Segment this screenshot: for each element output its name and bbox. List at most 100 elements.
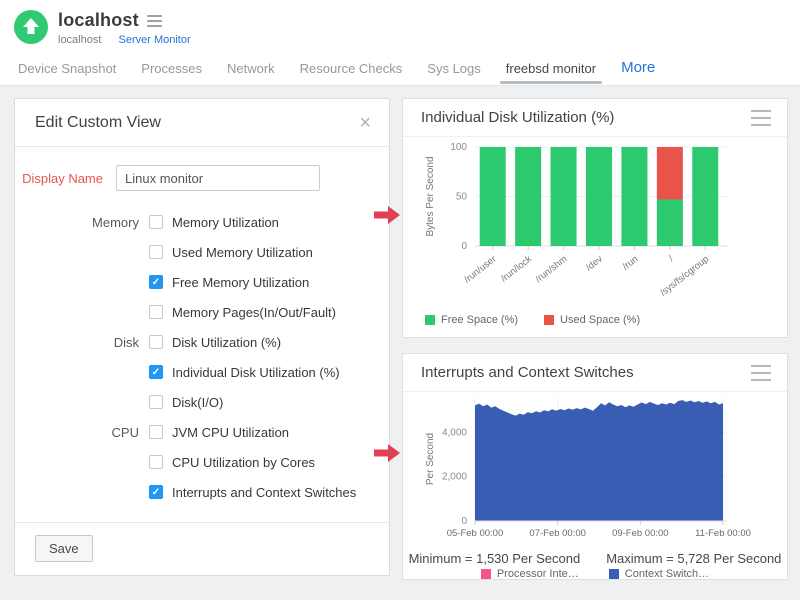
maximum-value: Maximum = 5,728 Per Second: [606, 551, 781, 566]
svg-text:0: 0: [461, 516, 467, 527]
legend-swatch: [425, 315, 435, 325]
checkbox-label: Interrupts and Context Switches: [172, 485, 356, 500]
form-row: ✓ Interrupts and Context Switches: [15, 477, 389, 507]
tab-network[interactable]: Network: [225, 59, 277, 86]
svg-text:05-Feb 00:00: 05-Feb 00:00: [447, 528, 504, 539]
interrupts-area-chart: 4,000 2,000 0 Per Second 05-Feb 00:00 07-Feb …: [403, 392, 787, 542]
svg-text:/run/lock: /run/lock: [499, 254, 534, 285]
disk-utilization-card: Individual Disk Utilization (%) 100500By…: [402, 98, 788, 338]
checkbox-label: Disk Utilization (%): [172, 335, 281, 350]
checkbox-interrupts-and-context-switches[interactable]: ✓: [149, 485, 163, 499]
up-arrow-icon: [14, 10, 48, 44]
form-row: ✓ Free Memory Utilization: [15, 267, 389, 297]
svg-text:/run/user: /run/user: [462, 254, 498, 286]
page-title: localhost: [58, 10, 139, 31]
server-monitor-page: localhost localhost Server Monitor Devic…: [0, 0, 800, 600]
checkbox-cpu-utilization-by-cores[interactable]: [149, 455, 163, 469]
breadcrumb: localhost Server Monitor: [58, 34, 191, 46]
tab-more[interactable]: More: [619, 59, 657, 86]
checkbox-memory-utilization[interactable]: [149, 215, 163, 229]
form-row: Memory Memory Utilization: [15, 207, 389, 237]
tab-bar: Device Snapshot Processes Network Resource …: [0, 55, 800, 86]
tab-device-snapshot[interactable]: Device Snapshot: [16, 59, 118, 86]
checkbox-label: Individual Disk Utilization (%): [172, 365, 340, 380]
breadcrumb-monitor-link[interactable]: Server Monitor: [118, 34, 190, 46]
checkbox-memory-pages-in-out-fault[interactable]: [149, 305, 163, 319]
svg-text:4,000: 4,000: [442, 427, 467, 438]
legend-label: Context Switch…: [625, 568, 709, 580]
checkbox-label: Memory Pages(In/Out/Fault): [172, 305, 336, 320]
legend-swatch: [544, 315, 554, 325]
checkbox-label: Memory Utilization: [172, 215, 279, 230]
tab-resource-checks[interactable]: Resource Checks: [298, 59, 405, 86]
checkbox-jvm-cpu-utilization[interactable]: [149, 425, 163, 439]
svg-text:2,000: 2,000: [442, 472, 467, 483]
display-name-input[interactable]: [116, 165, 320, 191]
form-row: ✓ Individual Disk Utilization (%): [15, 357, 389, 387]
checkbox-label: JVM CPU Utilization: [172, 425, 289, 440]
legend-swatch: [609, 569, 619, 579]
interrupts-chart-menu-icon[interactable]: [751, 362, 771, 383]
interrupts-chart-title: Interrupts and Context Switches: [421, 364, 634, 381]
checkbox-label: CPU Utilization by Cores: [172, 455, 315, 470]
form-row: Disk(I/O): [15, 387, 389, 417]
form-row: Memory Pages(In/Out/Fault): [15, 297, 389, 327]
svg-text:/run/shm: /run/shm: [534, 254, 570, 285]
svg-text:/dev: /dev: [584, 254, 605, 274]
chart-min-max: Minimum = 1,530 Per Second Maximum = 5,7…: [403, 551, 787, 566]
panel-title: Edit Custom View: [35, 114, 161, 132]
disk-utilization-bar-chart: 100 50 0 Bytes Per Second/run/user/run/lock…: [403, 137, 787, 305]
monitor-status-avatar: [14, 10, 48, 44]
interrupts-chart-legend: Processor Inte… Context Switch…: [403, 568, 787, 580]
close-icon[interactable]: ×: [359, 113, 371, 133]
edit-custom-view-panel: Edit Custom View × Display Name MemoryMe…: [14, 98, 390, 576]
checkbox-disk-utilization[interactable]: [149, 335, 163, 349]
svg-text:0: 0: [461, 241, 467, 252]
group-label-memory: Memory: [69, 215, 139, 230]
svg-text:/run: /run: [621, 254, 641, 273]
legend-label: Free Space (%): [441, 314, 518, 326]
checkbox-label: Disk(I/O): [172, 395, 223, 410]
legend-label: Processor Inte…: [497, 568, 579, 580]
svg-text:/: /: [667, 253, 676, 264]
disk-chart-legend: Free Space (%) Used Space (%): [403, 314, 787, 326]
save-button[interactable]: Save: [35, 535, 93, 562]
svg-text:100: 100: [450, 142, 467, 153]
checkbox-label: Free Memory Utilization: [172, 275, 309, 290]
checkbox-used-memory-utilization[interactable]: [149, 245, 163, 259]
title-menu-icon[interactable]: [147, 13, 162, 28]
svg-text:07-Feb 00:00: 07-Feb 00:00: [529, 528, 586, 539]
checkbox-groups: Memory Memory Utilization Used Memory Util…: [15, 207, 389, 507]
interrupts-card: Interrupts and Context Switches 4,000 2,0…: [402, 353, 788, 580]
app-header: localhost localhost Server Monitor: [0, 0, 800, 55]
group-label-cpu: CPU: [69, 425, 139, 440]
tab-freebsd-monitor[interactable]: freebsd monitor: [504, 59, 598, 86]
legend-swatch: [481, 569, 491, 579]
form-row: Disk Disk Utilization (%): [15, 327, 389, 357]
form-row: CPU JVM CPU Utilization: [15, 417, 389, 447]
checkbox-label: Used Memory Utilization: [172, 245, 313, 260]
pointer-arrow-icon: [374, 205, 400, 225]
svg-text:11-Feb 00:00: 11-Feb 00:00: [695, 528, 751, 539]
svg-text:Bytes Per Second: Bytes Per Second: [425, 156, 436, 236]
form-row: CPU Utilization by Cores: [15, 447, 389, 477]
checkbox-free-memory-utilization[interactable]: ✓: [149, 275, 163, 289]
group-label-disk: Disk: [69, 335, 139, 350]
tab-sys-logs[interactable]: Sys Logs: [425, 59, 482, 86]
checkbox-individual-disk-utilization[interactable]: ✓: [149, 365, 163, 379]
svg-text:09-Feb 00:00: 09-Feb 00:00: [612, 528, 669, 539]
tab-processes[interactable]: Processes: [139, 59, 204, 86]
svg-text:50: 50: [456, 192, 468, 203]
checkbox-disk-i-o[interactable]: [149, 395, 163, 409]
minimum-value: Minimum = 1,530 Per Second: [409, 551, 581, 566]
display-name-label: Display Name: [15, 171, 103, 186]
legend-item-free-space[interactable]: Free Space (%): [425, 314, 518, 326]
legend-item-processor-inte[interactable]: Processor Inte…: [481, 568, 579, 580]
breadcrumb-host: localhost: [58, 34, 101, 46]
svg-text:Per Second: Per Second: [425, 433, 436, 485]
disk-chart-menu-icon[interactable]: [751, 107, 771, 128]
legend-item-context-switch[interactable]: Context Switch…: [609, 568, 709, 580]
legend-label: Used Space (%): [560, 314, 640, 326]
pointer-arrow-icon: [374, 443, 400, 463]
legend-item-used-space[interactable]: Used Space (%): [544, 314, 640, 326]
